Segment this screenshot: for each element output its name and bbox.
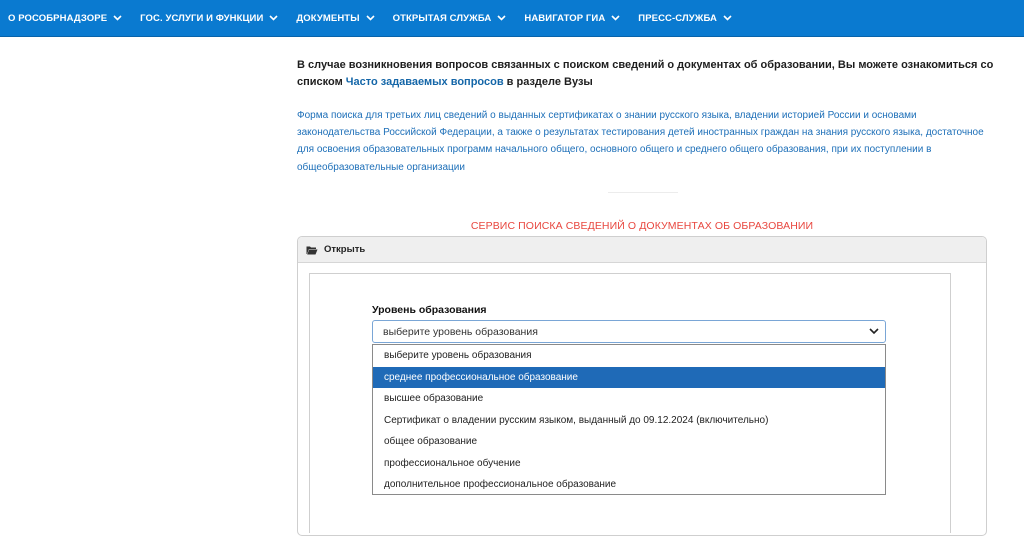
education-level-dropdown-list: выберите уровень образования среднее про… xyxy=(372,344,886,495)
nav-item-label: НАВИГАТОР ГИА xyxy=(524,12,606,24)
panel-header-toggle[interactable]: Открыть xyxy=(298,237,986,263)
faq-notice: В случае возникновения вопросов связанны… xyxy=(297,57,997,91)
nav-item-press[interactable]: ПРЕСС-СЛУЖБА xyxy=(630,0,742,37)
chevron-down-icon xyxy=(497,15,506,21)
third-party-search-info-link[interactable]: Форма поиска для третьих лиц сведений о … xyxy=(297,107,997,176)
nav-item-gia-navigator[interactable]: НАВИГАТОР ГИА xyxy=(516,0,630,37)
panel-header-label: Открыть xyxy=(324,244,366,255)
dropdown-option[interactable]: профессиональное обучение xyxy=(373,453,885,475)
nav-item-label: О РОСОБРНАДЗОРЕ xyxy=(8,12,108,24)
chevron-down-icon xyxy=(723,15,732,21)
nav-item-label: ГОС. УСЛУГИ И ФУНКЦИИ xyxy=(140,12,264,24)
nav-item-label: ДОКУМЕНТЫ xyxy=(296,12,360,24)
chevron-down-icon xyxy=(611,15,620,21)
education-level-label: Уровень образования xyxy=(372,304,487,316)
education-level-select[interactable]: выберите уровень образования xyxy=(372,320,886,343)
dropdown-option-highlighted[interactable]: среднее профессиональное образование xyxy=(373,366,885,388)
faq-link[interactable]: Часто задаваемых вопросов xyxy=(346,76,504,88)
top-navigation: О РОСОБРНАДЗОРЕ ГОС. УСЛУГИ И ФУНКЦИИ ДО… xyxy=(0,0,1024,37)
nav-item-label: ОТКРЫТАЯ СЛУЖБА xyxy=(392,12,492,24)
faq-notice-text-end: в разделе Вузы xyxy=(503,76,593,88)
nav-item-documents[interactable]: ДОКУМЕНТЫ xyxy=(288,0,384,37)
chevron-down-icon xyxy=(113,15,122,21)
dropdown-option[interactable]: Сертификат о владении русским языком, вы… xyxy=(373,410,885,432)
nav-item-about[interactable]: О РОСОБРНАДЗОРЕ xyxy=(0,0,132,37)
chevron-down-icon xyxy=(869,328,879,335)
nav-item-open-service[interactable]: ОТКРЫТАЯ СЛУЖБА xyxy=(385,0,517,37)
nav-item-services[interactable]: ГОС. УСЛУГИ И ФУНКЦИИ xyxy=(132,0,288,37)
folder-open-icon xyxy=(306,246,318,254)
divider xyxy=(608,192,678,193)
education-level-select-value: выберите уровень образования xyxy=(383,325,538,338)
chevron-down-icon xyxy=(366,15,375,21)
dropdown-option[interactable]: выберите уровень образования xyxy=(373,345,885,367)
dropdown-option[interactable]: дополнительное профессиональное образова… xyxy=(373,474,885,496)
chevron-down-icon xyxy=(269,15,278,21)
dropdown-option[interactable]: общее образование xyxy=(373,431,885,453)
service-title: СЕРВИС ПОИСКА СВЕДЕНИЙ О ДОКУМЕНТАХ ОБ О… xyxy=(470,220,814,232)
nav-item-label: ПРЕСС-СЛУЖБА xyxy=(638,12,717,24)
dropdown-option[interactable]: высшее образование xyxy=(373,388,885,410)
